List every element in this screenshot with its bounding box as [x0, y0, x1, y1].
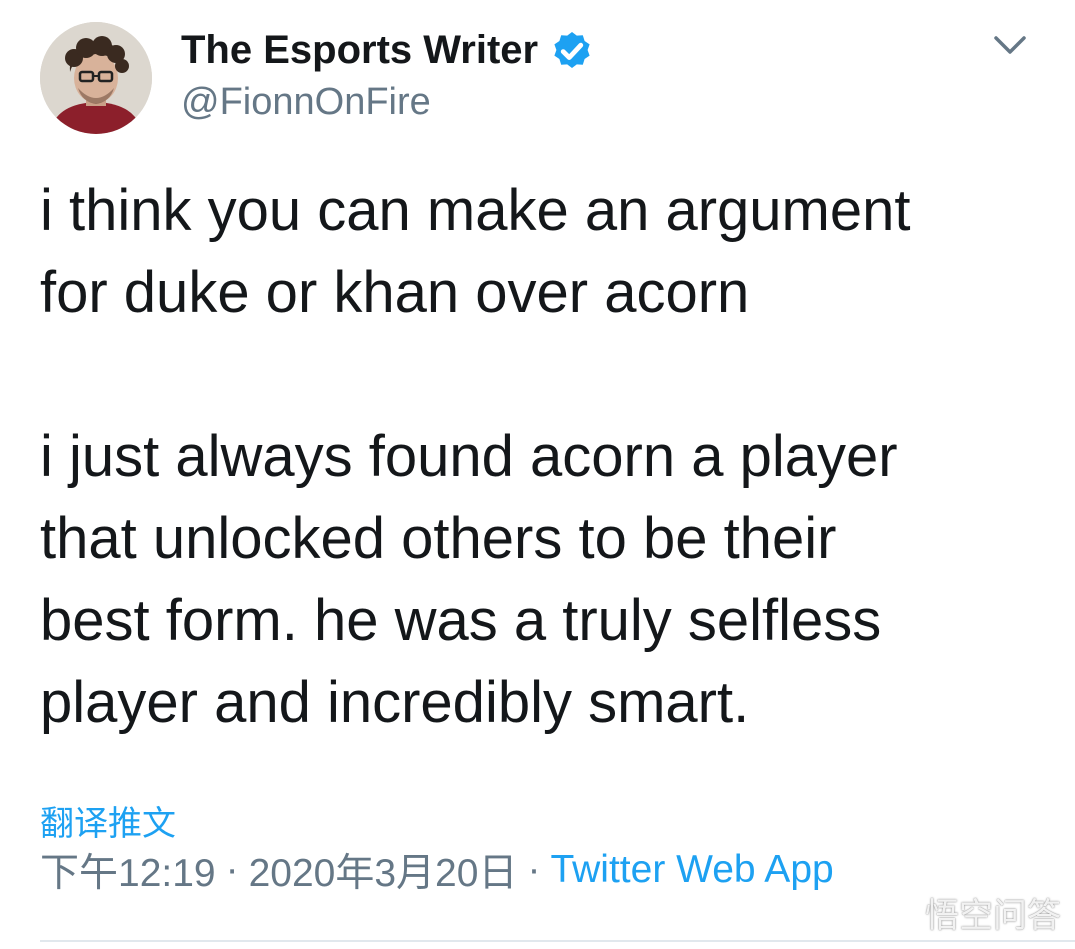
verified-badge-icon: [554, 32, 590, 68]
translate-tweet-link[interactable]: 翻译推文: [40, 796, 176, 845]
separator: ·: [527, 848, 541, 891]
watermark: 悟空问答: [925, 897, 1061, 935]
avatar[interactable]: [40, 22, 152, 134]
tweet-text: i think you can make an argument for duk…: [40, 170, 1040, 744]
tweet-paragraph: i just always found acorn a player that …: [40, 424, 898, 735]
divider: [40, 940, 1075, 942]
tweet-metadata: 下午12:19 · 2020年3月20日 · Twitter Web App: [40, 842, 834, 898]
tweet-date[interactable]: 2020年3月20日: [249, 842, 518, 898]
author-name-row[interactable]: The Esports Writer: [181, 26, 596, 74]
display-name[interactable]: The Esports Writer: [181, 28, 538, 73]
author-handle[interactable]: @FionnOnFire: [181, 81, 431, 124]
tweet-source-link[interactable]: Twitter Web App: [550, 848, 833, 892]
separator: ·: [225, 848, 239, 891]
chevron-down-icon[interactable]: [990, 30, 1030, 60]
tweet-paragraph: i think you can make an argument for duk…: [40, 178, 911, 325]
tweet-time[interactable]: 下午12:19: [40, 842, 216, 898]
avatar-image: [40, 22, 152, 134]
